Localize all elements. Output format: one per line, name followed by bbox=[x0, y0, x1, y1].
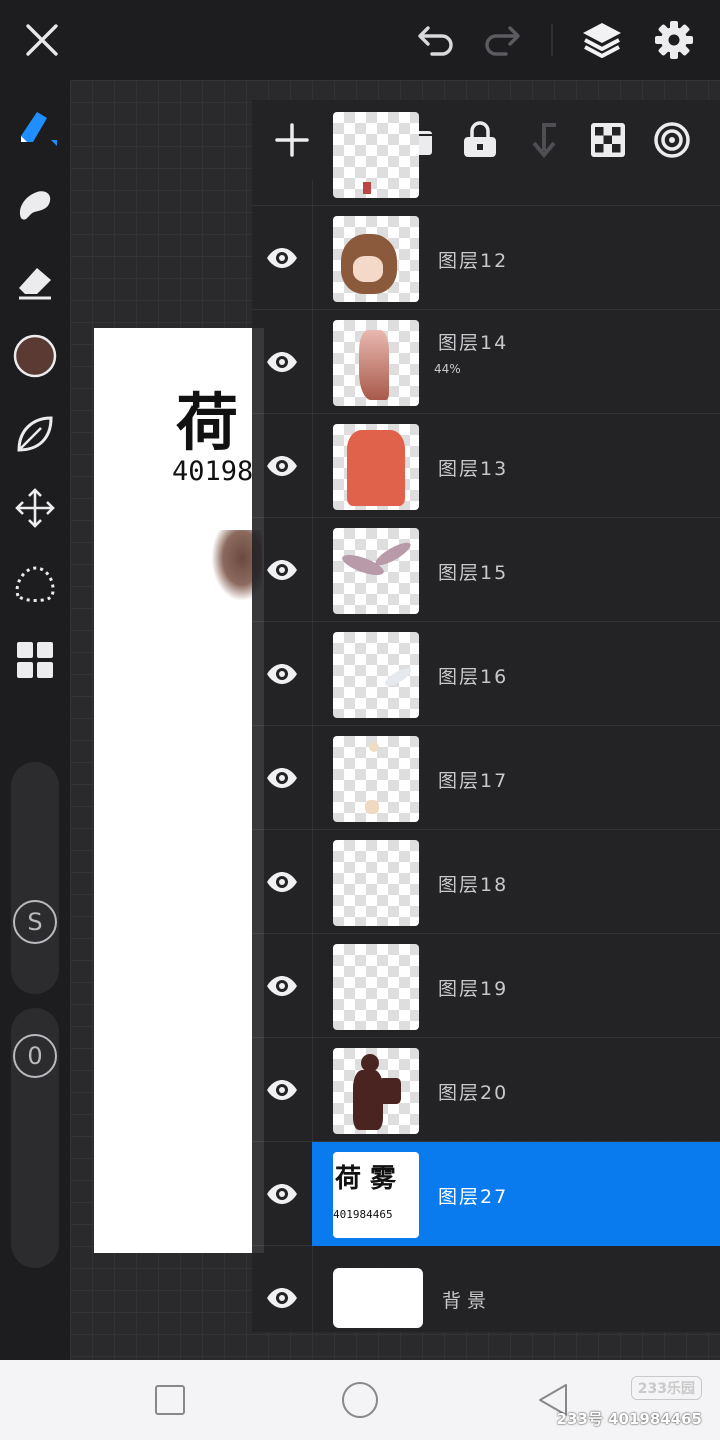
layer-thumbnail bbox=[333, 112, 419, 198]
layers-panel: 图层12 图层14 44% 图层13 图层15 图层16 图层17 图层18 图… bbox=[252, 100, 720, 1332]
layer-name: 图层12 bbox=[438, 250, 509, 272]
visibility-eye-icon[interactable] bbox=[260, 654, 304, 694]
artwork-name-text: 荷雾 bbox=[176, 386, 264, 459]
eraser-tool-icon[interactable] bbox=[9, 256, 61, 308]
layer-row[interactable]: 图层19 bbox=[252, 934, 720, 1038]
thumb-art bbox=[379, 1078, 401, 1104]
visibility-eye-icon[interactable] bbox=[260, 862, 304, 902]
watermark-logo: 233乐园 bbox=[630, 1376, 702, 1400]
lasso-tool-icon[interactable] bbox=[9, 558, 61, 610]
app-root: 荷雾 40198 S 0 bbox=[0, 0, 720, 1440]
layer-name: 图层18 bbox=[438, 874, 509, 896]
visibility-eye-icon[interactable] bbox=[260, 1174, 304, 1214]
artwork-number-text: 40198 bbox=[172, 456, 254, 487]
layer-thumbnail bbox=[333, 1048, 419, 1134]
layer-name: 图层14 bbox=[438, 332, 509, 354]
layer-row-partial[interactable] bbox=[252, 102, 720, 206]
visibility-eye-icon[interactable] bbox=[260, 238, 304, 278]
artwork-paper: 荷雾 40198 bbox=[94, 328, 264, 1253]
watermark: 233乐园 233号 401984465 bbox=[557, 1376, 702, 1429]
left-toolbar: S 0 bbox=[0, 80, 70, 1360]
thumb-art-title: 荷 雾 bbox=[335, 1164, 397, 1194]
recent-apps-square-icon[interactable] bbox=[148, 1378, 192, 1422]
thumb-art bbox=[369, 742, 379, 752]
layer-thumbnail bbox=[333, 840, 419, 926]
gallery-tool-icon[interactable] bbox=[9, 634, 61, 686]
thumb-art bbox=[353, 256, 383, 282]
watermark-id: 233号 401984465 bbox=[556, 1410, 702, 1428]
layer-thumbnail bbox=[333, 320, 419, 406]
layer-row[interactable]: 图层18 bbox=[252, 830, 720, 934]
thumb-art-number: 401984465 bbox=[333, 1208, 393, 1221]
layer-row[interactable]: 图层17 bbox=[252, 726, 720, 830]
layer-thumbnail bbox=[333, 944, 419, 1030]
visibility-eye-icon[interactable] bbox=[260, 1278, 304, 1318]
layer-row[interactable]: 图层16 bbox=[252, 622, 720, 726]
layers-icon[interactable] bbox=[576, 14, 628, 66]
background-thumbnail bbox=[333, 1268, 423, 1328]
undo-icon[interactable] bbox=[410, 14, 462, 66]
layer-thumbnail bbox=[333, 424, 419, 510]
layer-row[interactable]: 图层20 bbox=[252, 1038, 720, 1142]
topbar-divider bbox=[551, 24, 553, 56]
home-circle-icon[interactable] bbox=[338, 1378, 382, 1422]
visibility-eye-icon[interactable] bbox=[260, 446, 304, 486]
layer-name: 图层16 bbox=[438, 666, 509, 688]
layer-name: 图层20 bbox=[438, 1082, 509, 1104]
brush-opacity-knob[interactable]: 0 bbox=[13, 1034, 57, 1078]
visibility-eye-icon[interactable] bbox=[260, 342, 304, 382]
brush-tool-icon[interactable] bbox=[9, 100, 61, 152]
layer-name: 图层13 bbox=[438, 458, 509, 480]
close-icon[interactable] bbox=[16, 14, 68, 66]
thumb-art bbox=[372, 538, 414, 570]
layer-row-selected[interactable]: 荷 雾 401984465 图层27 bbox=[252, 1142, 720, 1246]
layer-name: 背景 bbox=[442, 1290, 493, 1312]
layer-row[interactable]: 图层14 44% bbox=[252, 310, 720, 414]
top-bar bbox=[0, 0, 720, 80]
layer-row[interactable]: 图层15 bbox=[252, 518, 720, 622]
layer-thumbnail bbox=[333, 632, 419, 718]
layer-thumbnail bbox=[333, 216, 419, 302]
brush-size-knob[interactable]: S bbox=[13, 900, 57, 944]
redo-icon[interactable] bbox=[476, 14, 528, 66]
layer-row[interactable]: 图层13 bbox=[252, 414, 720, 518]
layer-name: 图层17 bbox=[438, 770, 509, 792]
layer-thumbnail: 荷 雾 401984465 bbox=[333, 1152, 419, 1238]
layer-name: 图层15 bbox=[438, 562, 509, 584]
smudge-tool-icon[interactable] bbox=[9, 178, 61, 230]
layer-list[interactable]: 图层12 图层14 44% 图层13 图层15 图层16 图层17 图层18 图… bbox=[252, 112, 720, 1332]
layer-thumbnail bbox=[333, 736, 419, 822]
visibility-eye-icon[interactable] bbox=[260, 1070, 304, 1110]
thumb-art bbox=[382, 665, 414, 689]
visibility-eye-icon[interactable] bbox=[260, 758, 304, 798]
layer-name: 图层19 bbox=[438, 978, 509, 1000]
color-swatch-icon[interactable] bbox=[9, 330, 61, 382]
brush-size-slider[interactable] bbox=[11, 762, 59, 994]
visibility-eye-icon[interactable] bbox=[260, 550, 304, 590]
visibility-eye-icon[interactable] bbox=[260, 966, 304, 1006]
layer-name: 图层27 bbox=[438, 1186, 509, 1208]
thumb-art bbox=[347, 430, 405, 506]
layer-thumbnail bbox=[333, 528, 419, 614]
layer-row-background[interactable]: 背景 bbox=[252, 1246, 720, 1332]
layer-row[interactable]: 图层12 bbox=[252, 206, 720, 310]
thumb-art bbox=[365, 800, 379, 814]
layer-opacity: 44% bbox=[434, 362, 461, 376]
settings-icon[interactable] bbox=[648, 14, 700, 66]
move-tool-icon[interactable] bbox=[9, 482, 61, 534]
leaf-tool-icon[interactable] bbox=[9, 408, 61, 460]
thumb-art bbox=[359, 330, 389, 400]
thumb-art bbox=[363, 182, 371, 194]
